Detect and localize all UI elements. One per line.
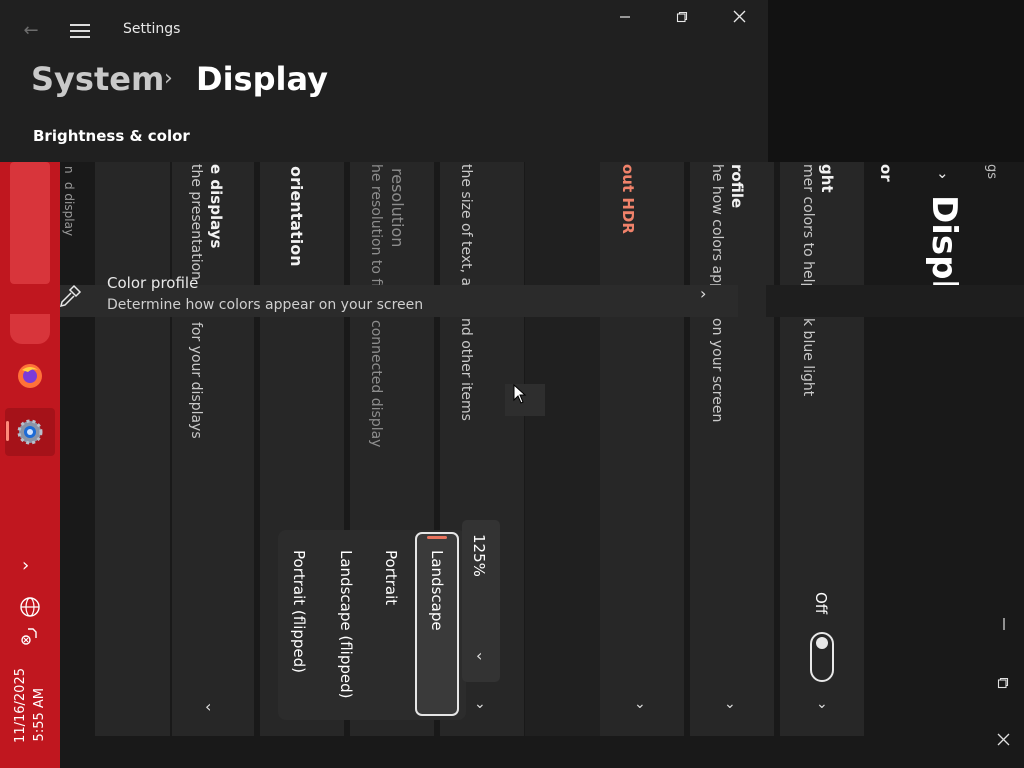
scale-description: the size of text, ap xyxy=(458,164,474,295)
chevron-down-icon[interactable]: ⌄ xyxy=(724,696,736,712)
show-more-chevron-icon[interactable]: › xyxy=(22,555,29,576)
multiple-displays-description: for your displays xyxy=(188,322,204,439)
color-profile-title: Color profile xyxy=(107,274,199,292)
rotated-page-title: Displa xyxy=(924,195,964,285)
toggle-knob xyxy=(816,637,828,649)
night-light-description: k blue light xyxy=(800,318,816,397)
taskbar-date: 11/16/2025 xyxy=(13,668,28,743)
chevron-left-icon: ‹ xyxy=(476,646,483,665)
rotated-close-icon[interactable] xyxy=(997,731,1011,746)
settings-gear-icon[interactable] xyxy=(15,417,45,447)
resolution-description: connected display xyxy=(368,320,384,448)
rotated-restore-icon[interactable] xyxy=(997,674,1011,689)
app-title: Settings xyxy=(123,21,181,37)
color-profile-description: he how colors app xyxy=(709,164,725,286)
breadcrumb-system[interactable]: System xyxy=(31,60,164,98)
rotated-settings-layer xyxy=(0,162,1024,768)
mouse-cursor-icon xyxy=(513,383,527,408)
back-arrow-icon[interactable]: ← xyxy=(20,20,42,42)
chevron-down-icon[interactable]: ⌄ xyxy=(474,696,486,712)
close-button[interactable] xyxy=(721,8,757,30)
orientation-option-portrait[interactable]: Portrait xyxy=(382,550,400,605)
hamburger-menu-icon[interactable] xyxy=(68,20,92,42)
settings-card-column xyxy=(525,162,600,736)
breadcrumb-chevron-icon: › xyxy=(164,66,173,91)
chevron-down-icon[interactable]: ⌄ xyxy=(816,696,828,712)
eyedropper-icon xyxy=(56,282,84,310)
scale-value: 125% xyxy=(470,534,488,577)
dark-background-area xyxy=(768,0,1024,162)
color-profile-description: on your screen xyxy=(709,318,725,423)
page-title: Display xyxy=(196,60,328,98)
rotated-text-fragment: n xyxy=(62,166,76,174)
color-profile-title: rofile xyxy=(728,164,746,209)
color-profile-description: Determine how colors appear on your scre… xyxy=(107,297,424,313)
selection-accent xyxy=(427,536,447,539)
settings-card-color-profile[interactable] xyxy=(690,162,774,736)
taskbar-item[interactable] xyxy=(10,162,50,284)
orientation-option-landscape[interactable]: Landscape xyxy=(428,550,446,631)
taskbar-item[interactable] xyxy=(10,314,50,344)
taskbar-time: 5:55 AM xyxy=(32,688,47,742)
minimize-button[interactable] xyxy=(607,8,643,30)
network-globe-icon[interactable] xyxy=(19,596,41,622)
chevron-down-icon[interactable]: ⌄ xyxy=(634,696,646,712)
rotated-settings-fragment: gs xyxy=(984,164,999,180)
chevron-left-icon[interactable]: ‹ xyxy=(205,697,211,716)
orientation-option-portrait-flipped[interactable]: Portrait (flipped) xyxy=(290,550,308,673)
chevron-down-icon[interactable]: ⌄ xyxy=(936,164,949,182)
orientation-option-landscape-flipped[interactable]: Landscape (flipped) xyxy=(337,550,355,698)
multiple-displays-title: e displays xyxy=(207,164,225,249)
settings-card-column xyxy=(95,162,170,736)
night-light-description: mer colors to help xyxy=(800,164,816,286)
restore-button[interactable] xyxy=(664,8,700,30)
volume-muted-icon[interactable] xyxy=(18,626,40,652)
scale-description: nd other items xyxy=(458,318,474,421)
active-indicator xyxy=(6,421,9,441)
firefox-icon[interactable] xyxy=(15,362,45,392)
restore-icon xyxy=(676,11,688,23)
close-icon xyxy=(733,10,745,23)
resolution-title: resolution xyxy=(388,168,407,248)
resolution-description: he resolution to fit xyxy=(368,164,384,286)
rotated-minimize-icon[interactable] xyxy=(996,616,1012,634)
chevron-right-icon[interactable]: › xyxy=(700,284,706,303)
settings-card-hdr[interactable] xyxy=(600,162,684,736)
minimize-icon xyxy=(620,16,630,18)
taskbar-clock[interactable]: 5:55 AM 11/16/2025 xyxy=(10,668,52,748)
learn-about-hdr-link[interactable]: out HDR xyxy=(619,164,637,234)
section-heading: Brightness & color xyxy=(33,127,190,145)
orientation-title: orientation xyxy=(287,166,306,267)
rotated-text-fragment: d display xyxy=(62,182,76,237)
night-light-toggle-label: Off xyxy=(812,592,830,615)
color-profile-row-shadow xyxy=(766,285,1024,317)
night-light-title: ght xyxy=(818,164,836,193)
brightness-color-fragment: or xyxy=(877,164,895,182)
